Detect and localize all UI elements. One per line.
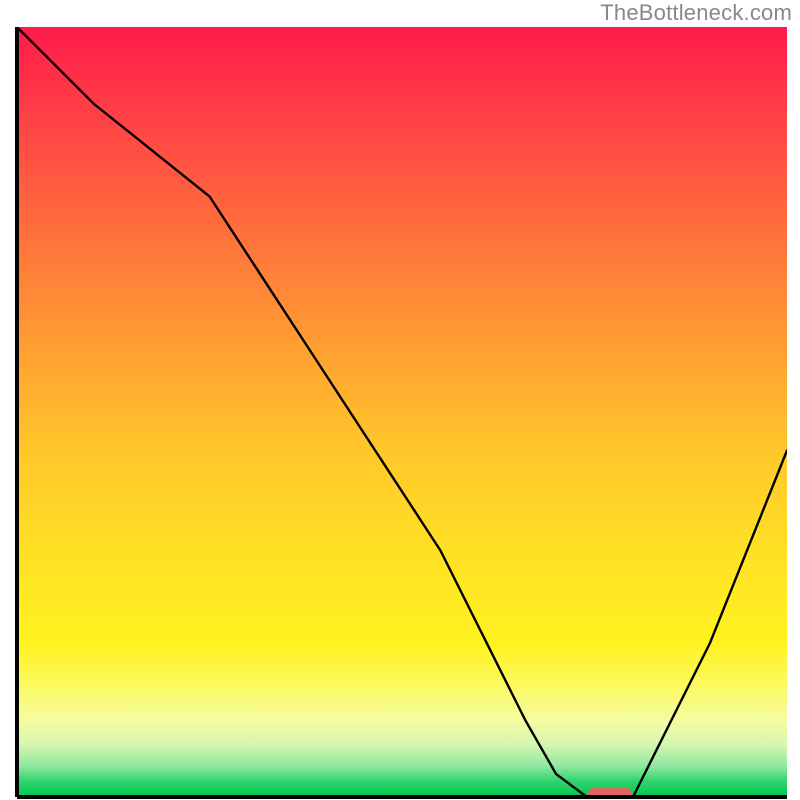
chart-container: TheBottleneck.com	[0, 0, 800, 800]
axes	[0, 0, 800, 800]
